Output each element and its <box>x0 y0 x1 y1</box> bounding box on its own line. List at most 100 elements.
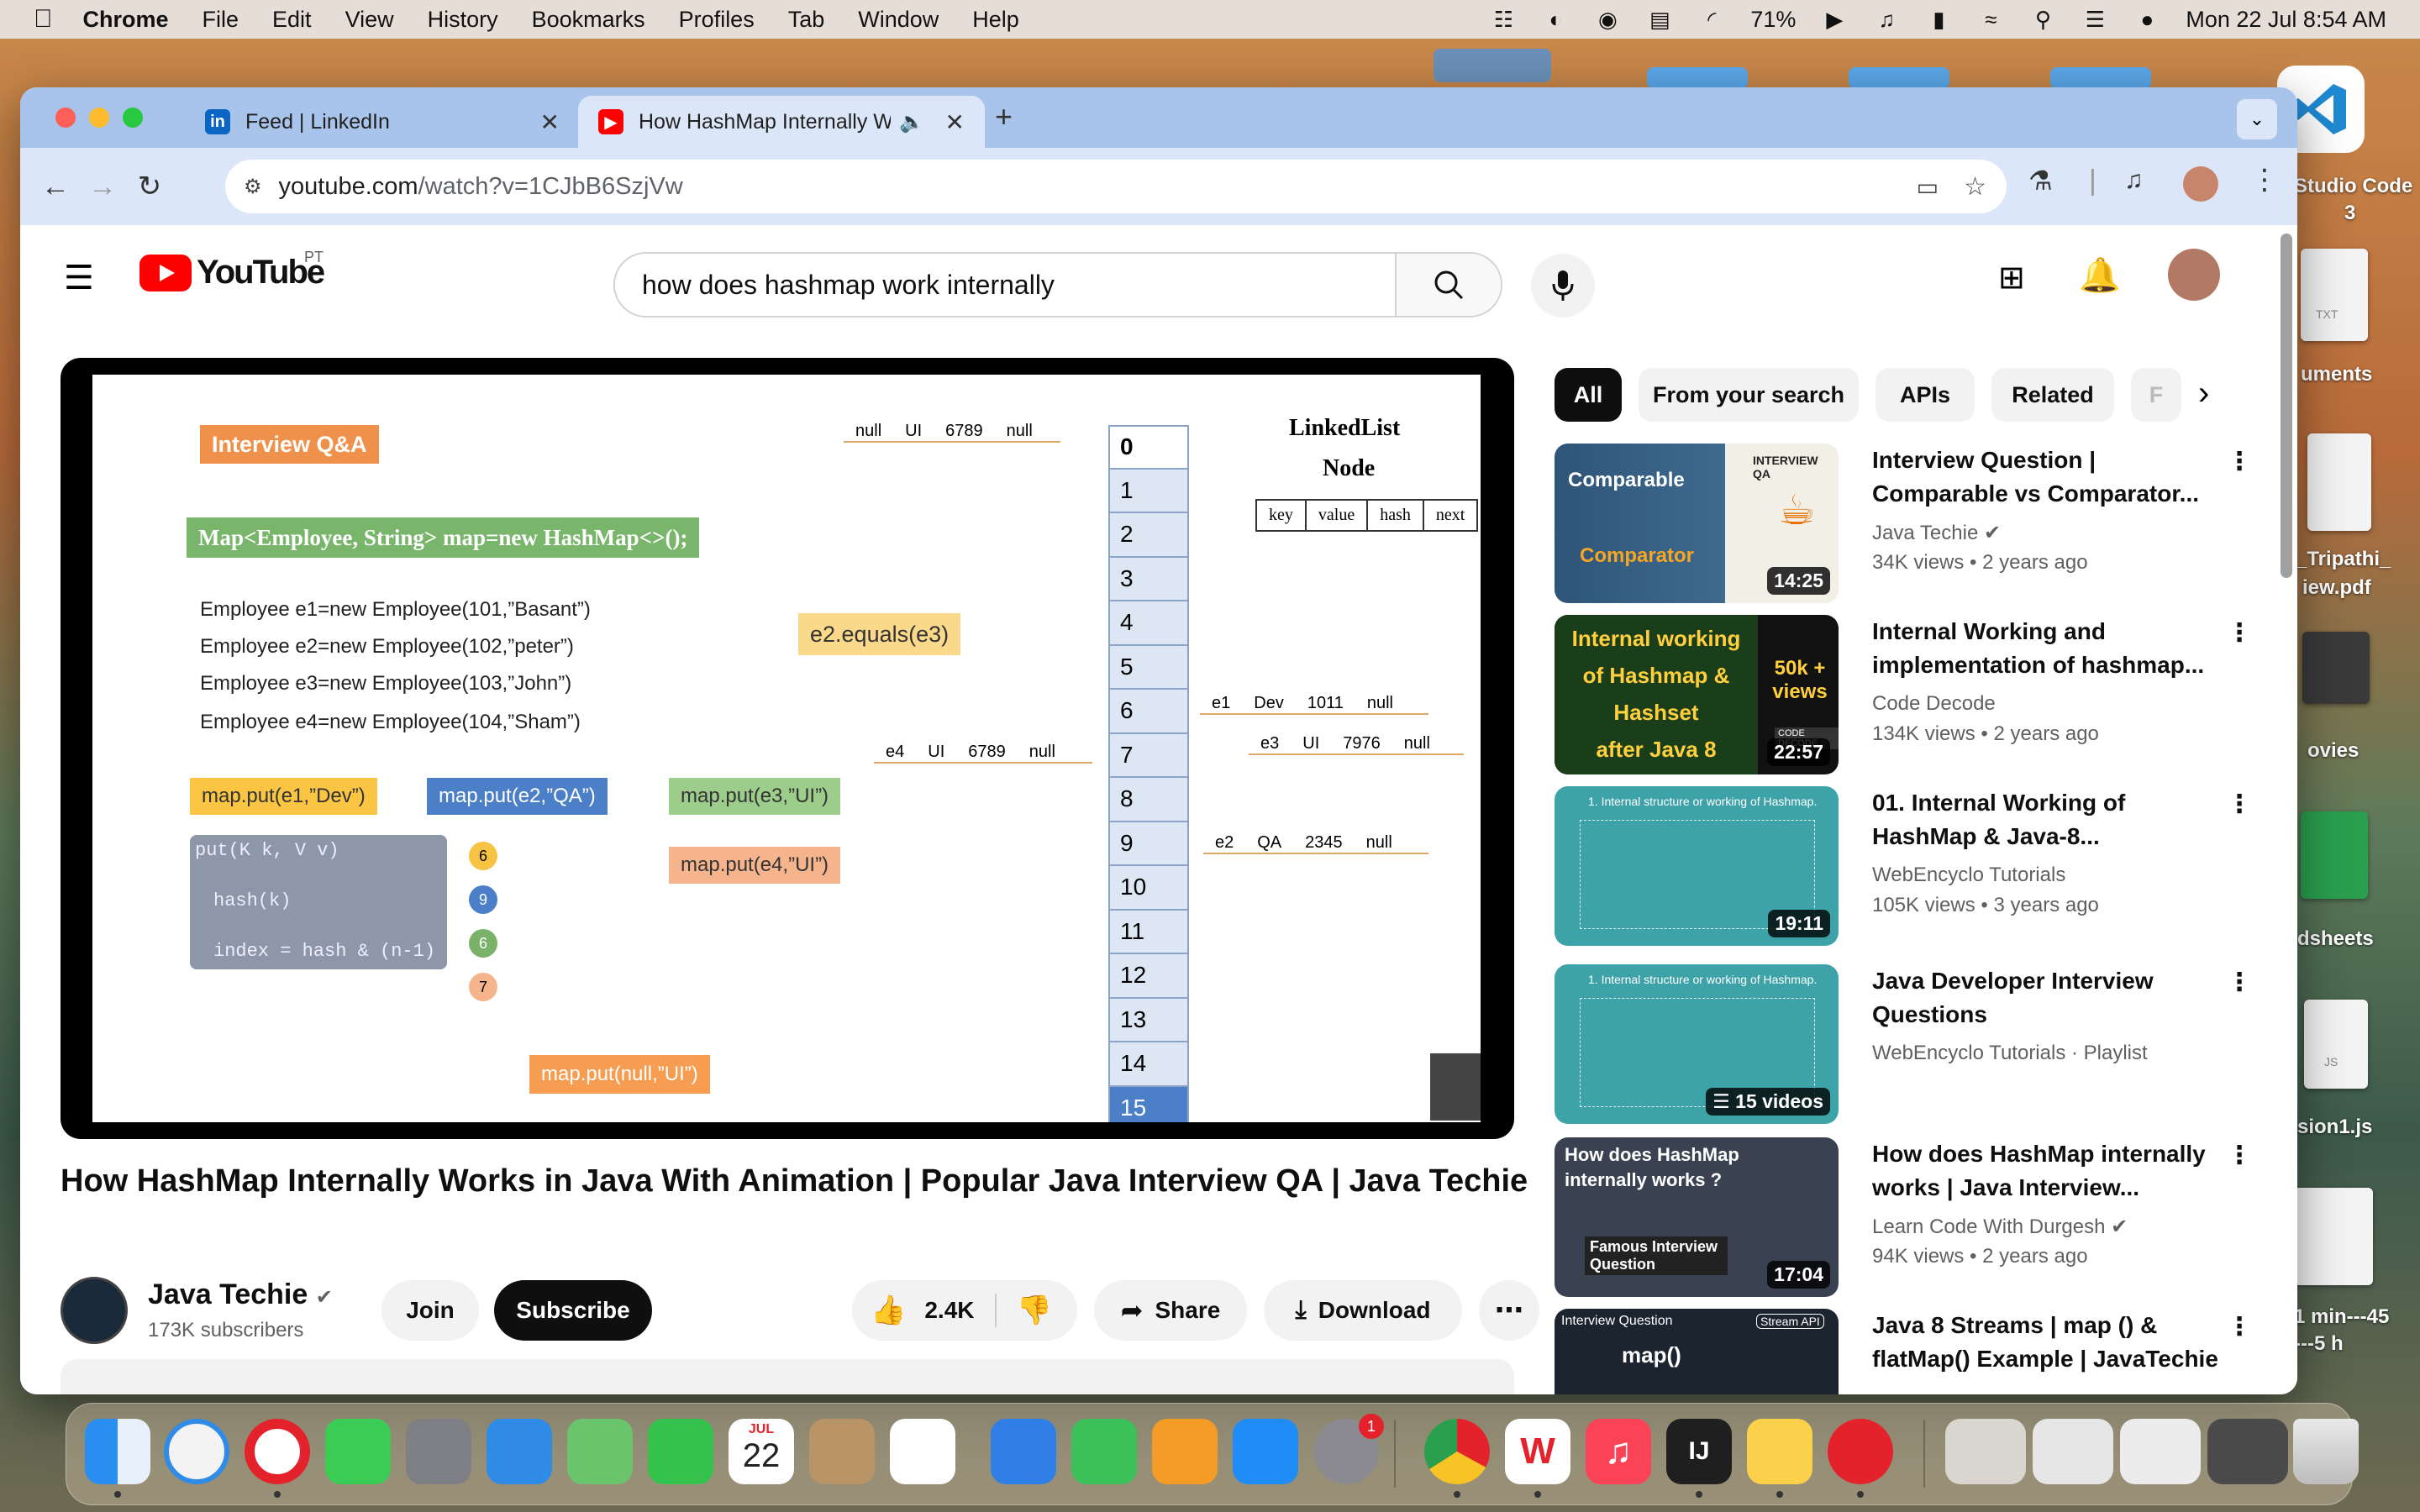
chevron-right-icon[interactable]: › <box>2198 375 2209 412</box>
keynote-icon[interactable] <box>991 1419 1056 1484</box>
music-icon[interactable]: ♫ <box>1586 1419 1651 1484</box>
display-icon[interactable]: ▤ <box>1646 8 1673 31</box>
forward-icon[interactable]: → <box>79 163 126 210</box>
recommendation-title[interactable]: Internal Working and implementation of h… <box>1872 615 2225 682</box>
spinner-icon[interactable]: ◐ <box>1542 8 1569 31</box>
recent-window-thumbnail[interactable] <box>2207 1419 2288 1484</box>
document-file-icon[interactable] <box>2294 1188 2373 1285</box>
postman-icon[interactable] <box>1828 1419 1893 1484</box>
system-settings-icon[interactable]: 1 <box>1313 1414 1384 1484</box>
battery-icon[interactable]: ▮ <box>1925 8 1952 31</box>
menu-app-name[interactable]: Chrome <box>83 7 169 33</box>
finder-icon[interactable] <box>85 1419 150 1484</box>
safari-icon[interactable] <box>164 1419 229 1484</box>
trash-icon[interactable] <box>2293 1419 2359 1484</box>
close-window-button[interactable] <box>55 108 76 128</box>
menu-profiles[interactable]: Profiles <box>679 7 755 33</box>
channel-name[interactable]: Java Techie ✔ <box>148 1278 333 1311</box>
video-thumbnail[interactable]: Internal working of Hashmap & Hashset af… <box>1555 615 1839 774</box>
more-actions-button[interactable]: ⋯ <box>1479 1280 1539 1341</box>
txt-file-icon[interactable]: TXT <box>2301 249 2368 341</box>
recent-window-thumbnail[interactable] <box>2033 1419 2113 1484</box>
search-button[interactable] <box>1395 254 1501 316</box>
menu-view[interactable]: View <box>345 7 394 33</box>
create-video-icon[interactable]: ⊞ <box>1998 259 2025 297</box>
extensions-icon[interactable]: ⚗ <box>2028 165 2053 197</box>
calendar-icon[interactable]: JUL 22 <box>729 1419 794 1484</box>
js-file-icon[interactable]: JS <box>2304 1000 2368 1089</box>
contacts-icon[interactable] <box>809 1419 875 1484</box>
recommendation-channel[interactable]: Learn Code With Durgesh ✔ <box>1872 1215 2128 1239</box>
wifi-icon[interactable]: ≈ <box>1977 8 2004 31</box>
mail-icon[interactable] <box>487 1419 552 1484</box>
numbers-icon[interactable] <box>1071 1419 1137 1484</box>
desktop-folder[interactable] <box>1849 67 1949 89</box>
youtube-logo[interactable]: YouTube PT <box>139 249 325 291</box>
spreadsheet-file-icon[interactable] <box>2301 811 2368 899</box>
recommendation-item[interactable]: 1. Internal structure or working of Hash… <box>1555 786 2252 946</box>
reload-icon[interactable]: ↻ <box>126 163 173 210</box>
hamburger-menu-icon[interactable]: ☰ <box>64 259 94 297</box>
site-info-icon[interactable]: ⚙ <box>244 175 262 199</box>
desktop-folder[interactable] <box>1647 67 1748 89</box>
more-options-icon[interactable]: ⋮ <box>2227 790 2252 819</box>
more-options-icon[interactable]: ⋮ <box>2227 618 2252 648</box>
menu-file[interactable]: File <box>203 7 239 33</box>
apple-menu-icon[interactable]:  <box>34 5 53 34</box>
subscribe-button[interactable]: Subscribe <box>494 1280 652 1341</box>
chip-from-your-search[interactable]: From your search <box>1639 368 1859 422</box>
play-icon[interactable]: ▶ <box>1821 8 1848 31</box>
menu-edit[interactable]: Edit <box>272 7 312 33</box>
playlist-thumbnail[interactable]: 1. Internal structure or working of Hash… <box>1555 964 1839 1124</box>
close-tab-icon[interactable]: ✕ <box>945 108 965 136</box>
recommendation-title[interactable]: Java Developer Interview Questions <box>1872 964 2225 1032</box>
recommendation-item[interactable]: How does HashMap internally works ? Famo… <box>1555 1137 2252 1297</box>
menu-bookmarks[interactable]: Bookmarks <box>532 7 645 33</box>
headphones-icon[interactable]: ♫ <box>1873 8 1900 31</box>
app-store-icon[interactable] <box>1233 1419 1298 1484</box>
chip-apis[interactable]: APIs <box>1876 368 1975 422</box>
chip-all[interactable]: All <box>1555 368 1622 422</box>
notifications-bell-icon[interactable]: 🔔 <box>2079 255 2121 295</box>
reminders-icon[interactable] <box>890 1419 955 1484</box>
audio-playing-icon[interactable]: 🔈 <box>899 110 924 134</box>
video-player[interactable]: Interview Q&A Map<Employee, String> map=… <box>60 358 1514 1139</box>
install-app-icon[interactable]: ▭ <box>1917 173 1939 201</box>
recommendation-title[interactable]: How does HashMap internally works | Java… <box>1872 1137 2225 1205</box>
voice-search-button[interactable] <box>1531 254 1595 318</box>
chrome-menu-icon[interactable]: ⋮ <box>2250 163 2279 197</box>
menu-history[interactable]: History <box>428 7 498 33</box>
menu-tab[interactable]: Tab <box>788 7 825 33</box>
chip-related[interactable]: Related <box>1991 368 2114 422</box>
progress-icon[interactable]: ◜ <box>1698 8 1725 31</box>
profile-avatar[interactable] <box>2183 166 2218 202</box>
more-options-icon[interactable]: ⋮ <box>2227 968 2252 997</box>
join-button[interactable]: Join <box>381 1280 479 1341</box>
siri-icon[interactable]: ● <box>2133 8 2160 31</box>
more-options-icon[interactable]: ⋮ <box>2227 1141 2252 1170</box>
video-thumbnail[interactable]: Comparable Comparator INTERVIEW QA ☕ 14:… <box>1555 444 1839 603</box>
tab-youtube[interactable]: ▶ How HashMap Internally W 🔈 ✕ <box>578 96 985 148</box>
recommendation-title[interactable]: Java 8 Streams | map () & flatMap() Exam… <box>1872 1309 2225 1376</box>
recent-window-thumbnail[interactable] <box>1945 1419 2026 1484</box>
tab-linkedin[interactable]: in Feed | LinkedIn ✕ <box>185 96 580 148</box>
spotlight-search-icon[interactable]: ⚲ <box>2029 8 2056 31</box>
desktop-folder[interactable] <box>1434 49 1551 82</box>
bookmark-star-icon[interactable]: ☆ <box>1964 172 1986 202</box>
pages-icon[interactable] <box>1152 1419 1218 1484</box>
desktop-folder[interactable] <box>2050 67 2151 89</box>
movies-folder-icon[interactable] <box>2302 632 2370 704</box>
recommendation-title[interactable]: Interview Question | Comparable vs Compa… <box>1872 444 2225 511</box>
chip-truncated[interactable]: F <box>2131 368 2181 422</box>
address-bar[interactable]: ⚙ youtube.com/watch?v=1CJbB6SzjVw ▭ ☆ <box>225 160 2007 213</box>
close-tab-icon[interactable]: ✕ <box>540 108 560 136</box>
share-button[interactable]: ➦ Share <box>1094 1280 1247 1341</box>
search-input[interactable] <box>642 269 1381 301</box>
menu-help[interactable]: Help <box>972 7 1019 33</box>
tab-search-button[interactable]: ⌄ <box>2237 99 2277 139</box>
channel-avatar[interactable] <box>60 1277 128 1344</box>
page-scrollbar[interactable] <box>2281 234 2292 578</box>
wps-office-icon[interactable]: W <box>1505 1419 1570 1484</box>
recommendation-item[interactable]: Interview Question Stream API map() Java… <box>1555 1309 2252 1394</box>
launchpad-icon[interactable] <box>406 1419 471 1484</box>
